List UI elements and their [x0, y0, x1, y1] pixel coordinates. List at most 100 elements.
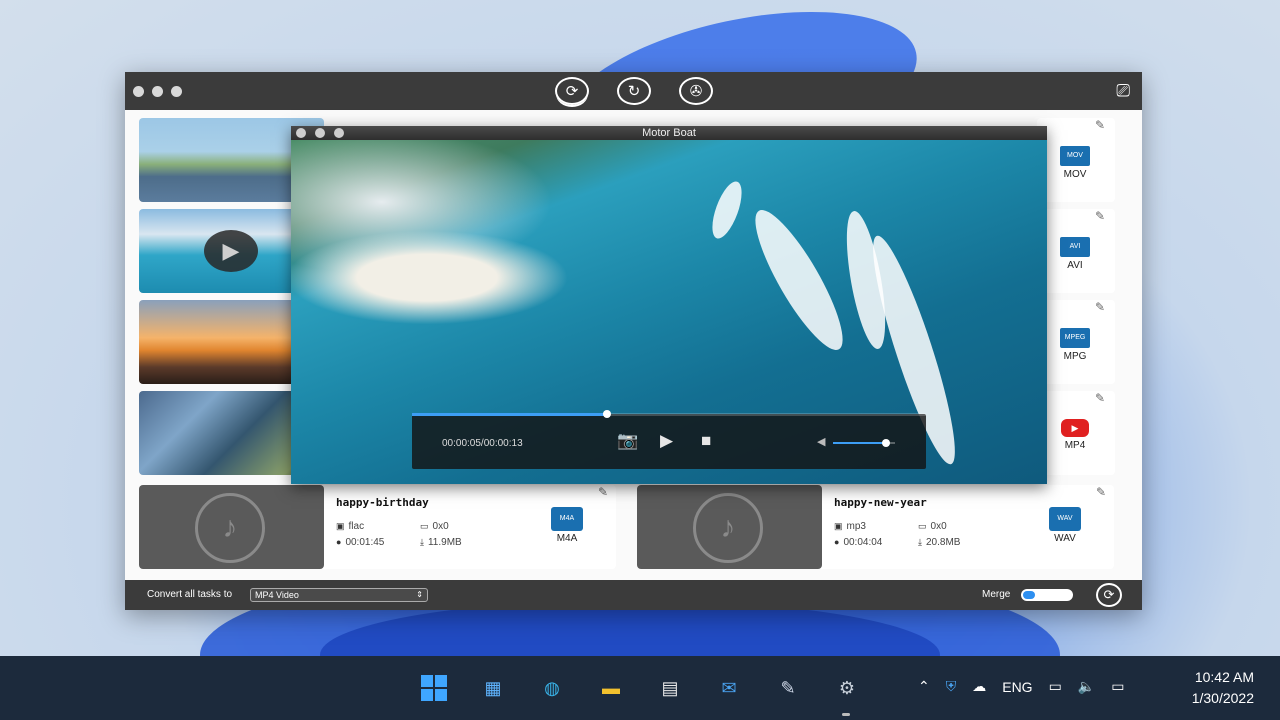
repair-icon[interactable]: ↻ [617, 77, 651, 105]
network-icon[interactable]: ▭ [1049, 678, 1062, 695]
music-note-icon: ♪ [693, 493, 763, 563]
speaker-icon[interactable]: 🔈 [1078, 678, 1095, 695]
duration-value: 00:01:45 [345, 537, 385, 548]
seek-bar-handle[interactable] [603, 410, 612, 418]
active-app-indicator [842, 713, 850, 716]
edit-icon[interactable]: ✎ [1095, 391, 1105, 405]
output-format[interactable]: AVI AVI [1045, 237, 1105, 271]
format-label: MP4 [1064, 440, 1086, 451]
file-explorer-icon[interactable]: ▬ [593, 670, 629, 706]
reel-icon[interactable]: ✇ [679, 77, 713, 105]
mail-icon[interactable]: ✉ [711, 670, 747, 706]
store-icon[interactable]: ▤ [652, 670, 688, 706]
close-window-button[interactable] [133, 86, 144, 97]
music-format-icon: M4A [551, 507, 583, 531]
output-format[interactable]: MOV MOV [1045, 146, 1105, 180]
player-title-bar: Motor Boat [291, 126, 1047, 140]
cloud-icon[interactable]: ☁ [972, 678, 986, 695]
audio-thumbnail[interactable]: ♪ [637, 485, 822, 569]
player-window-controls [296, 128, 344, 138]
edit-icon[interactable]: ✎ [1095, 118, 1105, 132]
minimize-window-button[interactable] [152, 86, 163, 97]
clock-icon: ● [834, 537, 840, 547]
film-format-icon: MPEG [1060, 328, 1090, 348]
language-indicator[interactable]: ENG [1002, 679, 1032, 695]
clock-icon: ● [336, 537, 342, 547]
merge-label: Merge [982, 589, 1011, 600]
size-info: ⤓ 20.8MB [918, 537, 960, 548]
edit-icon[interactable]: ✎ [598, 485, 608, 499]
clock-date: 1/30/2022 [1191, 690, 1254, 706]
maximize-player-button[interactable] [334, 128, 344, 138]
window-controls [133, 86, 182, 97]
codec-info: ▣ flac [336, 521, 364, 532]
snapshot-icon[interactable]: 📷 [617, 431, 638, 451]
format-label: MOV [1063, 169, 1087, 180]
minimize-player-button[interactable] [315, 128, 325, 138]
play-icon[interactable]: ▶ [660, 431, 673, 451]
toggle-knob [1023, 591, 1035, 599]
convert-all-select[interactable]: MP4 Video ⇕ [250, 588, 428, 602]
volume-icon[interactable]: ◀ [817, 435, 825, 448]
security-icon[interactable]: ⛨ [946, 678, 957, 695]
widgets-icon[interactable]: ▦ [475, 670, 511, 706]
output-format[interactable]: MPEG MPG [1045, 328, 1105, 362]
title-bar: ⟳ ↻ ✇ ⎚ [125, 72, 1142, 110]
film-format-icon: MOV [1060, 146, 1090, 166]
edit-icon[interactable]: ✎ [1096, 485, 1106, 499]
edit-icon[interactable]: ✎ [1095, 300, 1105, 314]
media-library-icon[interactable]: ⎚ [1116, 81, 1130, 101]
task-card: ✎ MPEG MPG [1037, 300, 1115, 384]
film-icon: ▣ [834, 521, 843, 531]
music-note-icon: ♪ [195, 493, 265, 563]
task-card: ✎ MOV MOV [1037, 118, 1115, 202]
playback-time: 00:00:05/00:00:13 [442, 438, 523, 449]
edit-icon[interactable]: ✎ [1095, 209, 1105, 223]
output-format[interactable]: WAV WAV [1042, 507, 1088, 544]
video-player-window: Motor Boat 00:00:05/00:00:13 📷 ▶ ■ ◀ [291, 126, 1047, 484]
playback-controls: 00:00:05/00:00:13 📷 ▶ ■ ◀ [412, 410, 926, 469]
task-card: ✎ ▶ MP4 [1037, 391, 1115, 475]
audio-task-card: ♪ happy-new-year ▣ mp3 ▭ 0x0 ● 00:04:04 ⤓ 20… [637, 485, 1114, 569]
volume-slider[interactable] [833, 439, 895, 447]
format-label: WAV [1054, 533, 1076, 544]
merge-toggle[interactable] [1021, 589, 1073, 601]
task-name: happy-new-year [834, 496, 927, 509]
format-label: M4A [556, 533, 578, 544]
clock-time: 10:42 AM [1194, 669, 1254, 685]
edge-icon[interactable]: ◍ [534, 670, 570, 706]
play-icon[interactable]: ▶ [204, 230, 258, 272]
output-format[interactable]: M4A M4A [544, 507, 590, 544]
seek-bar[interactable] [412, 410, 926, 418]
audio-thumbnail[interactable]: ♪ [139, 485, 324, 569]
clock[interactable]: 10:42 AM 1/30/2022 [1192, 667, 1254, 709]
seek-bar-fill [412, 413, 608, 416]
player-title: Motor Boat [642, 127, 696, 139]
size-value: 20.8MB [925, 537, 961, 548]
battery-icon[interactable]: ▭ [1111, 678, 1124, 695]
task-card: ✎ AVI AVI [1037, 209, 1115, 293]
resolution-value: 0x0 [432, 521, 449, 532]
chevron-up-icon[interactable]: ⌃ [918, 678, 930, 695]
size-info: ⤓ 11.9MB [420, 537, 462, 548]
volume-handle[interactable] [881, 439, 890, 447]
audio-task-card: ♪ happy-birthday ▣ flac ▭ 0x0 ● 00:01:45 ⤓ 1… [139, 485, 616, 569]
paint-icon[interactable]: ✎ [770, 670, 806, 706]
codec-value: flac [348, 521, 365, 532]
convert-all-button[interactable]: ⟳ [1096, 583, 1122, 607]
bottom-bar: Convert all tasks to MP4 Video ⇕ Merge ⟳ [125, 580, 1142, 610]
start-icon[interactable] [416, 670, 452, 706]
mode-tabs: ⟳ ↻ ✇ [555, 77, 713, 105]
stop-icon[interactable]: ■ [701, 431, 711, 451]
output-format[interactable]: ▶ MP4 [1045, 419, 1105, 451]
system-tray: ⌃ ⛨ ☁ ENG ▭ 🔈 ▭ [918, 678, 1124, 695]
monitor-icon: ▭ [420, 521, 429, 531]
convert-icon[interactable]: ⟳ [555, 77, 589, 105]
close-player-button[interactable] [296, 128, 306, 138]
resolution-info: ▭ 0x0 [918, 521, 947, 532]
duration-info: ● 00:01:45 [336, 537, 384, 548]
maximize-window-button[interactable] [171, 86, 182, 97]
format-label: AVI [1067, 260, 1083, 271]
settings-icon[interactable]: ⚙ [829, 670, 865, 706]
codec-value: mp3 [846, 521, 866, 532]
